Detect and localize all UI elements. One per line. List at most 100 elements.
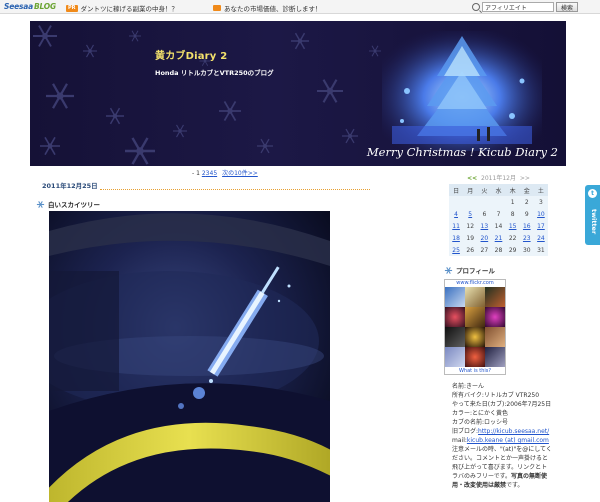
pager-page-5[interactable]: 5 — [213, 170, 217, 177]
old-blog-label: 旧ブログ: — [452, 428, 479, 435]
promo-link-2[interactable]: あなたの市場価値、診断します！ — [213, 3, 322, 13]
logo-main: Seesaa — [4, 2, 33, 11]
search-button[interactable]: 検索 — [556, 2, 578, 12]
profile-bike: 所有バイク:リトルカブ VTR250 — [452, 392, 540, 399]
calendar-day-link[interactable]: 25 — [449, 244, 463, 256]
snowflake-icon — [444, 266, 453, 274]
top-bar: SeesaaBLOG PR ダントツに稼げる副業の中身！？ あなたの市場価値、診… — [0, 0, 600, 14]
calendar-week: 4 5 6 7 8 9 10 — [449, 208, 548, 220]
flickr-photo[interactable] — [465, 347, 485, 367]
calendar-header: << 2011年12月 >> — [449, 173, 548, 184]
date-divider — [100, 189, 370, 190]
profile-heading-text: プロフィール — [456, 267, 495, 275]
profile-cub-name: カブの名前:ロッシ号 — [452, 419, 509, 426]
flickr-what-is-this-link[interactable]: What is this? — [445, 367, 505, 375]
flickr-photo[interactable] — [465, 307, 485, 327]
pager-next[interactable]: 次の10件>> — [222, 170, 258, 177]
calendar-day-link[interactable]: 23 — [520, 232, 534, 244]
calendar-week: 1 2 3 — [449, 196, 548, 208]
blog-subtitle: Honda リトルカブとVTR250のブログ — [155, 69, 274, 77]
flickr-photo[interactable] — [485, 307, 505, 327]
promo-icon — [213, 5, 221, 11]
flickr-photo[interactable] — [485, 347, 505, 367]
flickr-photo[interactable] — [445, 287, 465, 307]
weekday-tue: 火 — [477, 184, 492, 196]
calendar-day: 9 — [524, 210, 529, 218]
mail-link[interactable]: kicub.keane (at) gmail.com — [467, 437, 549, 444]
calendar-next-link[interactable]: >> — [520, 175, 530, 182]
twitter-label: twitter — [590, 209, 598, 235]
calendar-day: 19 — [466, 234, 475, 242]
pagination: - 1 2345 次の10件>> — [192, 168, 258, 177]
calendar-day-link[interactable]: 24 — [534, 232, 548, 244]
calendar-day-link[interactable]: 4 — [449, 208, 463, 220]
calendar-day: 26 — [466, 246, 475, 254]
post-title[interactable]: 白いスカイツリー — [36, 199, 100, 209]
flickr-photo-grid — [445, 287, 505, 367]
calendar-day-link[interactable]: 18 — [449, 232, 463, 244]
profile-came-date: やって来た日(カブ):2006年7月25日 — [452, 401, 552, 408]
flickr-photo[interactable] — [445, 307, 465, 327]
calendar-day: 31 — [537, 246, 545, 254]
calendar-day-link[interactable]: 17 — [534, 220, 548, 232]
flickr-photo[interactable] — [465, 287, 485, 307]
old-blog-link[interactable]: http://kicub.seesaa.net/ — [478, 428, 549, 435]
weekday-thu: 木 — [505, 184, 520, 196]
flickr-photo[interactable] — [445, 327, 465, 347]
search-input[interactable] — [482, 2, 554, 12]
seesaa-blog-logo[interactable]: SeesaaBLOG — [4, 2, 56, 11]
calendar-day: 22 — [508, 234, 517, 242]
weekday-mon: 月 — [463, 184, 478, 196]
calendar-day-link[interactable]: 16 — [520, 220, 534, 232]
logo-sub: BLOG — [33, 2, 56, 11]
calendar-day: 12 — [466, 222, 475, 230]
calendar-day: 29 — [508, 246, 517, 254]
search-icon — [472, 3, 480, 11]
post-photo[interactable] — [49, 211, 330, 502]
calendar-empty-cell — [477, 196, 491, 208]
christmas-tree-illumination — [382, 31, 542, 151]
twitter-icon: t — [588, 189, 597, 198]
calendar-day-link[interactable]: 10 — [534, 208, 548, 220]
promo-text-2: あなたの市場価値、診断します！ — [224, 5, 322, 13]
calendar-day: 7 — [496, 210, 501, 218]
calendar-week: 11 12 13 14 15 16 17 — [449, 220, 548, 232]
calendar-day-link[interactable]: 20 — [477, 232, 491, 244]
promo-text-1: ダントツに稼げる副業の中身！？ — [80, 5, 179, 13]
calendar-day: 28 — [494, 246, 503, 254]
weekday-sat: 土 — [533, 184, 548, 196]
weekday-fri: 金 — [519, 184, 534, 196]
calendar-day: 2 — [524, 198, 529, 206]
twitter-side-tab[interactable]: t twitter — [585, 185, 600, 245]
calendar-empty-cell — [449, 196, 463, 208]
profile-note-end: です。 — [506, 482, 524, 489]
flickr-photo[interactable] — [485, 287, 505, 307]
profile-text: 名前:きーん 所有バイク:リトルカブ VTR250 やって来た日(カブ):200… — [452, 382, 552, 490]
calendar-empty-cell — [491, 196, 505, 208]
flickr-badge[interactable]: www.flickr.com What is this? — [444, 279, 506, 375]
calendar-prev-link[interactable]: << — [467, 175, 477, 182]
flickr-link[interactable]: www.flickr.com — [445, 280, 505, 287]
calendar-day: 8 — [510, 210, 515, 218]
calendar-day: 30 — [522, 246, 531, 254]
calendar-day: 27 — [480, 246, 489, 254]
flickr-photo[interactable] — [445, 347, 465, 367]
flickr-photo[interactable] — [465, 327, 485, 347]
calendar-week: 18 19 20 21 22 23 24 — [449, 232, 548, 244]
calendar-day-link[interactable]: 11 — [449, 220, 463, 232]
calendar-day-link[interactable]: 5 — [463, 208, 477, 220]
promo-link-1[interactable]: PR ダントツに稼げる副業の中身！？ — [66, 3, 178, 13]
flickr-photo[interactable] — [485, 327, 505, 347]
calendar-day: 14 — [494, 222, 503, 230]
pr-badge: PR — [66, 4, 78, 12]
blog-header-banner[interactable]: 黄カブDiary 2 Honda リトルカブとVTR250のブログ Merry … — [30, 21, 566, 166]
calendar-day-link[interactable]: 15 — [506, 220, 520, 232]
calendar-week: 25 26 27 28 29 30 31 — [449, 244, 548, 256]
search-box: 検索 — [472, 2, 578, 12]
calendar-day-link[interactable]: 13 — [477, 220, 491, 232]
mail-label: mail: — [452, 437, 467, 444]
post-title-text: 白いスカイツリー — [48, 201, 100, 209]
calendar-day-link[interactable]: 21 — [491, 232, 505, 244]
blog-title[interactable]: 黄カブDiary 2 — [155, 47, 227, 62]
calendar-empty-cell — [463, 196, 477, 208]
